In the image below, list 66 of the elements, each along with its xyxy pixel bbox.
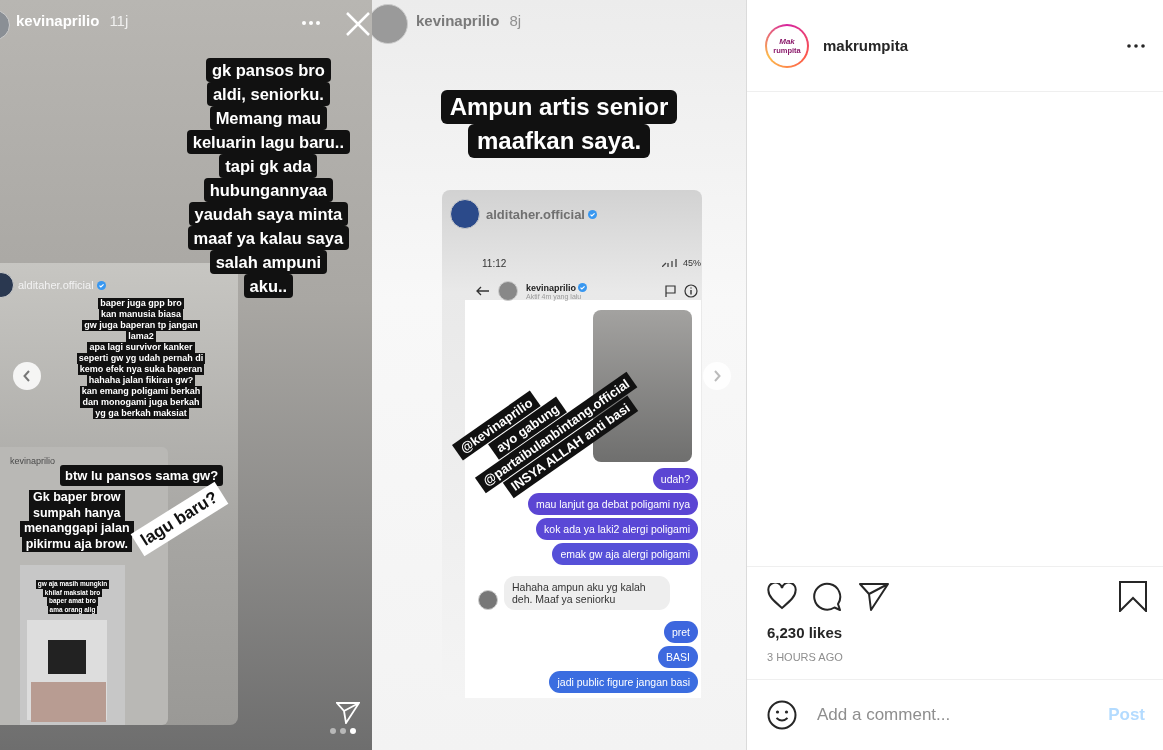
account-name[interactable]: makrumpita — [823, 37, 909, 54]
page-dot — [340, 728, 346, 734]
caption-sticker: salah ampuni — [209, 250, 328, 274]
caption-sticker: keluarin lagu baru.. — [186, 130, 350, 154]
bookmark-icon[interactable] — [1119, 581, 1147, 612]
story-time: 8j — [509, 12, 522, 29]
message-bubble: Hahaha ampun aku yg kalah deh. Maaf ya seniorku — [504, 576, 670, 610]
caption-sticker: Ampun artis senior — [440, 90, 678, 124]
message-bubble: BASI — [658, 646, 698, 668]
reply-sticker: yg ga berkah maksiat — [93, 408, 189, 419]
logo-text: Mak — [779, 36, 795, 46]
signal-icon — [662, 259, 680, 267]
reply-sticker: kan manusia biasa — [98, 309, 183, 320]
battery-level: 45% — [683, 258, 701, 268]
reply-sticker: apa lagi survivor kanker — [87, 342, 195, 353]
reply-sticker: dan monogami juga berkah — [80, 397, 202, 408]
answer-sticker: menanggapi jalan — [20, 521, 134, 537]
avatar — [372, 4, 408, 44]
chat-username: kevinaprilio — [526, 282, 577, 293]
question-sticker: btw lu pansos sama gw? — [60, 465, 224, 486]
message-bubble: kok ada ya laki2 alergi poligami — [536, 518, 698, 540]
caption-sticker: yaudah saya minta — [188, 202, 349, 226]
reply-sticker: lama2 — [126, 331, 156, 342]
chevron-right-icon — [713, 370, 721, 382]
caption-sticker: aku.. — [243, 274, 294, 298]
reply-sticker: kan emang poligami berkah — [79, 386, 203, 397]
page-dot — [330, 728, 336, 734]
story-username[interactable]: kevinaprilio — [416, 12, 500, 29]
reply-sticker: hahaha jalan fikiran gw? — [86, 375, 196, 386]
reply-sticker: baper juga gpp bro — [98, 298, 184, 309]
screenshot-username: alditaher.official — [486, 207, 585, 222]
status-time: 11:12 — [482, 258, 507, 269]
sticker-drawing — [48, 640, 86, 674]
back-arrow-icon[interactable] — [476, 286, 490, 296]
verified-icon — [588, 210, 597, 219]
heart-icon[interactable] — [767, 583, 797, 610]
caption-sticker: maaf ya kalau saya — [187, 226, 350, 250]
likes-count[interactable]: 6,230 likes — [747, 618, 1163, 641]
comment-icon[interactable] — [813, 581, 843, 612]
story-time: 11j — [109, 12, 129, 29]
caption-sticker: hubungannyaa — [203, 178, 333, 202]
page-dot — [350, 728, 356, 734]
caption-sticker: aldi, seniorku. — [206, 82, 330, 106]
reply-sticker: gw juga baperan tp jangan — [82, 320, 200, 331]
caption-sticker: gk pansos bro — [205, 58, 331, 82]
send-icon[interactable] — [859, 582, 889, 611]
emoji-icon[interactable] — [767, 700, 797, 730]
chevron-left-icon — [23, 370, 31, 382]
post-time: 3 HOURS AGO — [766, 650, 844, 665]
verified-icon — [578, 283, 588, 292]
more-icon[interactable] — [1127, 43, 1145, 48]
answer-sticker: Gk baper brow — [29, 490, 125, 506]
caption-sticker: maafkan saya. — [467, 124, 651, 158]
caption-sticker: Memang mau — [209, 106, 328, 130]
reply-sticker: seperti gw yg udah pernah di — [76, 353, 206, 364]
message-bubble: jadi public figure jangan basi — [549, 671, 698, 693]
verified-icon — [96, 280, 106, 290]
comment-field[interactable]: Add a comment... — [815, 704, 1091, 726]
flag-icon[interactable] — [665, 285, 676, 297]
screenshot-username: kevinaprilio — [10, 456, 56, 466]
reply-sticker: kemo efek nya suka baperan — [77, 364, 205, 375]
message-bubble: udah? — [652, 468, 698, 490]
message-bubble: emak gw aja alergi poligami — [552, 543, 698, 565]
message-bubble: mau lanjut ga debat poligami nya — [527, 493, 698, 515]
caption-sticker: tapi gk ada — [219, 154, 318, 178]
info-icon[interactable] — [684, 284, 698, 298]
